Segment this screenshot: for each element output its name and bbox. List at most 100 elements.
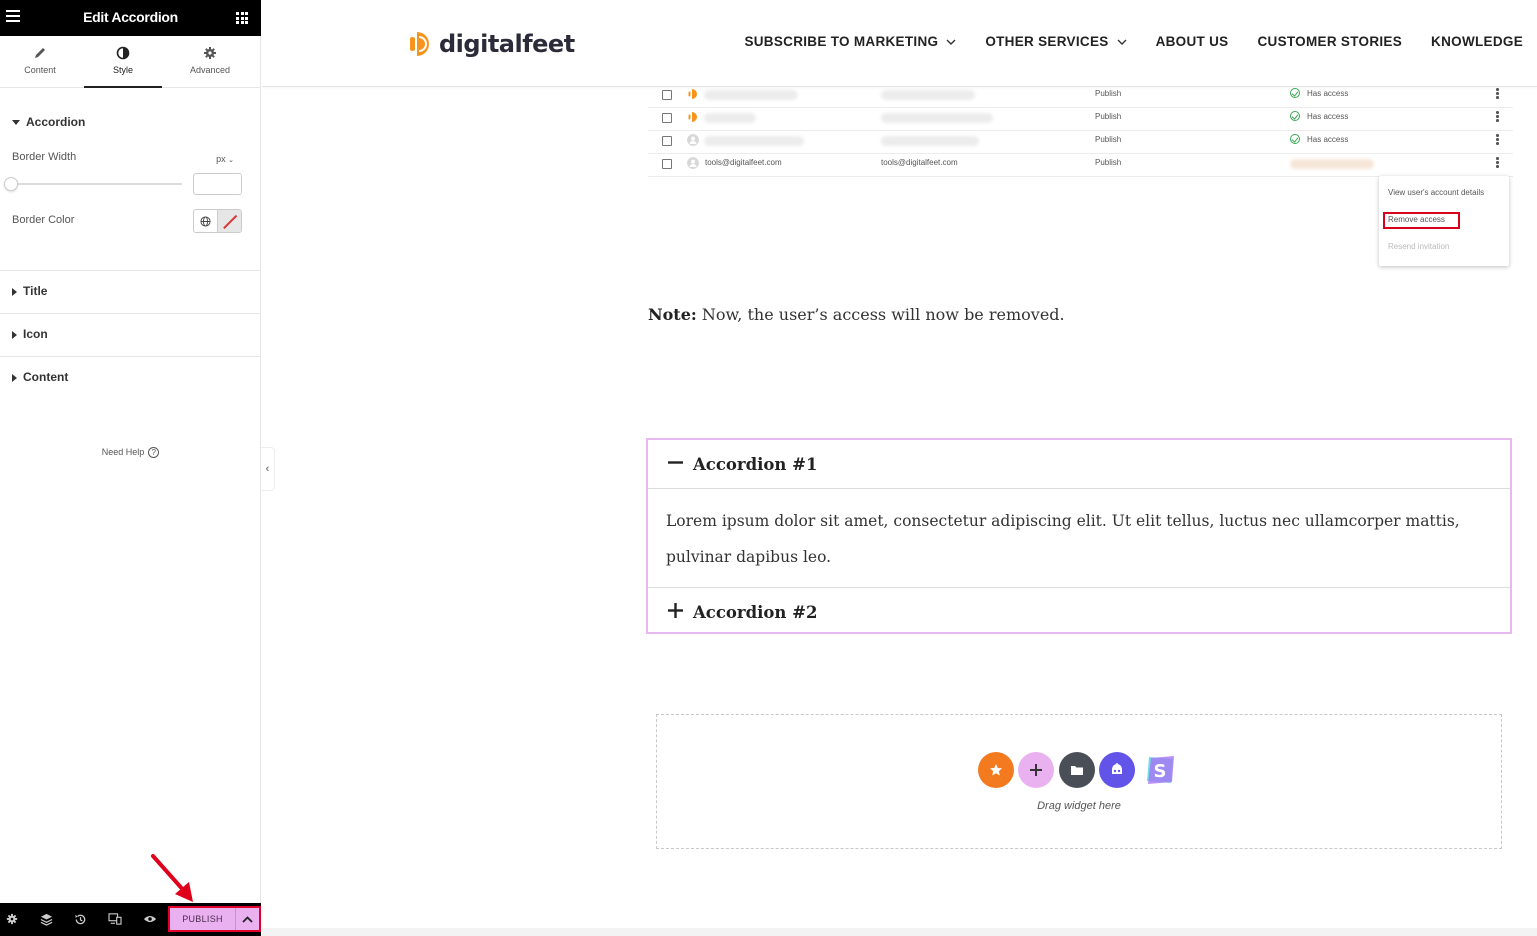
nav-label: CUSTOMER STORIES [1257, 34, 1403, 49]
nav-label: SUBSCRIBE TO MARKETING [744, 34, 939, 49]
section-accordion[interactable]: Accordion [12, 115, 85, 129]
publish-group: PUBLISH [168, 906, 261, 932]
panel-tabs: Content Style Advanced [0, 36, 261, 88]
plus-icon [1030, 764, 1042, 776]
add-template-button[interactable] [1059, 752, 1095, 788]
redacted-name [704, 90, 798, 100]
chevron-down-icon: ⌄ [228, 157, 234, 164]
gear-icon [204, 47, 216, 59]
row-name: tools@digitalfeet.com [705, 158, 782, 167]
site-logo[interactable]: digitalfeet [407, 28, 575, 60]
globe-icon[interactable] [194, 210, 218, 232]
tab-label: Advanced [189, 65, 231, 75]
need-help-link[interactable]: Need Help? [0, 447, 261, 459]
dropzone-label: Drag widget here [1037, 800, 1121, 812]
unit-value: px [216, 154, 226, 164]
nav-label: KNOWLEDGE [1431, 34, 1523, 49]
caret-down-icon [12, 120, 20, 126]
starter-templates-button[interactable]: S [1142, 752, 1178, 788]
minus-icon [668, 461, 683, 464]
ai-assistant-button[interactable] [1099, 752, 1135, 788]
section-content[interactable]: Content [12, 370, 68, 384]
nav-label: OTHER SERVICES [985, 34, 1109, 49]
menu-item-remove-access: Remove access [1388, 215, 1445, 224]
check-circle-icon [1290, 111, 1300, 121]
checkbox-icon [662, 90, 672, 100]
tab-style[interactable]: Style [84, 36, 162, 88]
redacted-email [881, 136, 979, 146]
eye-icon[interactable] [142, 911, 158, 927]
panel-header: Edit Accordion [0, 0, 261, 36]
add-section-dropzone[interactable]: S Drag widget here [656, 714, 1502, 849]
robot-icon [1112, 763, 1122, 774]
accordion-item-2-title[interactable]: Accordion #2 [648, 588, 1510, 636]
table-row: Publish Has access [648, 85, 1513, 108]
digitalfeet-avatar-icon [688, 89, 697, 99]
tab-content[interactable]: Content [0, 36, 80, 88]
divider [0, 270, 261, 271]
logo-text: digitalfeet [439, 30, 575, 58]
color-swatch[interactable] [218, 210, 241, 232]
section-icon[interactable]: Icon [12, 327, 48, 341]
layers-icon[interactable] [38, 911, 54, 927]
editor-panel: Edit Accordion Content Style Advanced Ac… [0, 0, 261, 936]
row-email: tools@digitalfeet.com [881, 158, 958, 167]
nav-label: ABOUT US [1155, 34, 1229, 49]
caret-right-icon [12, 330, 17, 339]
redacted-name [704, 113, 756, 123]
slider-handle[interactable] [4, 177, 18, 191]
table-row: tools@digitalfeet.com tools@digitalfeet.… [648, 154, 1513, 177]
nav-subscribe-to-marketing[interactable]: SUBSCRIBE TO MARKETING [744, 34, 956, 49]
need-help-label: Need Help [101, 447, 145, 457]
publish-options-button[interactable] [235, 908, 259, 930]
note-paragraph: Note: Now, the user’s access will now be… [648, 305, 1065, 324]
widgets-grid-icon[interactable] [236, 12, 248, 24]
nav-customer-stories[interactable]: CUSTOMER STORIES [1257, 34, 1402, 49]
note-bold: Note: [648, 305, 697, 324]
accordion-item-1-title[interactable]: Accordion #1 [648, 440, 1510, 488]
preview-bottom-bar [262, 928, 1537, 936]
border-width-slider[interactable] [12, 183, 182, 185]
user-avatar-icon [687, 157, 699, 169]
history-icon[interactable] [72, 911, 88, 927]
row-access: Has access [1307, 112, 1349, 121]
tab-label: Content [24, 65, 56, 75]
redacted-email [881, 90, 975, 100]
article-screenshot: Publish Has access Publish Has access Pu… [648, 87, 1513, 272]
chevron-down-icon [1117, 39, 1127, 45]
accordion-item-1-content: Lorem ipsum dolor sit amet, consectetur … [648, 488, 1510, 588]
checkbox-icon [662, 113, 672, 123]
section-label: Title [23, 284, 48, 298]
nav-other-services[interactable]: OTHER SERVICES [985, 34, 1127, 49]
publish-button[interactable]: PUBLISH [170, 908, 235, 930]
row-status: Publish [1095, 158, 1122, 167]
border-color-picker[interactable] [193, 209, 242, 233]
checkbox-icon [662, 136, 672, 146]
svg-text:S: S [1154, 761, 1167, 782]
collapse-panel-button[interactable]: ‹ [261, 447, 275, 491]
settings-gear-icon[interactable] [4, 911, 20, 927]
table-row: Publish Has access [648, 108, 1513, 131]
accordion-widget[interactable]: Accordion #1 Lorem ipsum dolor sit amet,… [646, 438, 1512, 634]
main-nav: SUBSCRIBE TO MARKETING OTHER SERVICES AB… [715, 34, 1523, 49]
tab-advanced[interactable]: Advanced [170, 36, 250, 88]
row-status: Publish [1095, 112, 1122, 121]
pencil-icon [35, 48, 45, 58]
redacted-name [704, 136, 804, 146]
responsive-icon[interactable] [107, 911, 123, 927]
border-width-input[interactable] [193, 173, 242, 195]
favorites-star-button[interactable] [978, 752, 1014, 788]
section-title[interactable]: Title [12, 284, 47, 298]
folder-icon [1071, 766, 1083, 775]
chevron-left-icon: ‹ [265, 463, 270, 475]
unit-selector[interactable]: px ⌄ [216, 154, 234, 164]
border-color-label: Border Color [12, 214, 75, 226]
add-section-button[interactable] [1018, 752, 1054, 788]
nav-knowledge[interactable]: KNOWLEDGE [1431, 34, 1523, 49]
caret-right-icon [12, 373, 17, 382]
more-vertical-icon [1496, 134, 1499, 146]
checkbox-icon [662, 159, 672, 169]
context-menu: View user's account details Remove acces… [1379, 176, 1509, 266]
nav-about-us[interactable]: ABOUT US [1156, 34, 1229, 49]
check-circle-icon [1290, 88, 1300, 98]
